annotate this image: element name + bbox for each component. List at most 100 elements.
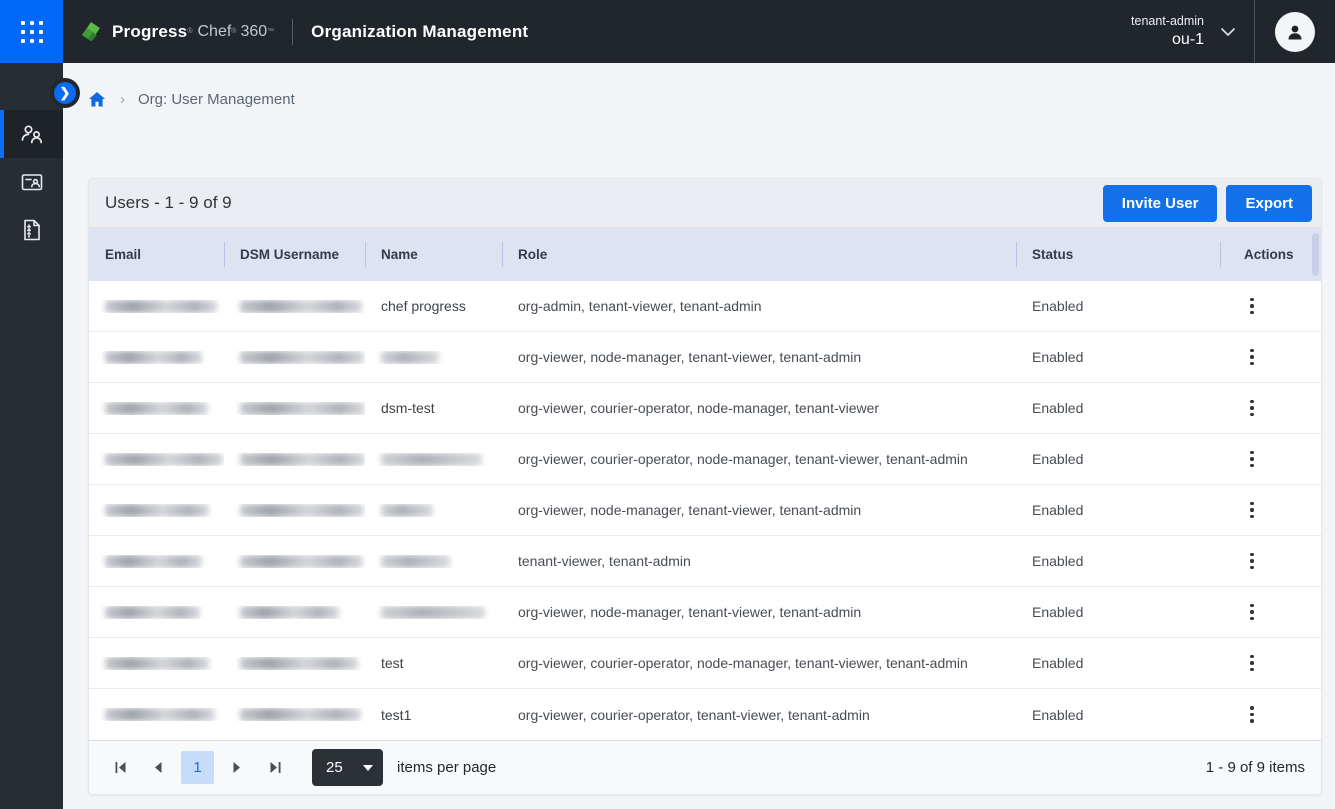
sidebar-item-documents[interactable] <box>0 206 63 254</box>
cell-dsm-username <box>224 606 365 619</box>
cell-actions <box>1220 700 1321 729</box>
cell-name <box>365 453 502 466</box>
id-card-icon <box>20 171 44 193</box>
redacted-text <box>381 606 485 619</box>
row-actions-kebab-button[interactable] <box>1244 292 1260 321</box>
person-icon <box>1285 22 1305 42</box>
page-size-value: 25 <box>326 759 343 776</box>
redacted-text <box>105 504 209 517</box>
user-avatar-button[interactable] <box>1275 12 1315 52</box>
cell-email <box>89 657 224 670</box>
next-page-button[interactable] <box>222 753 252 783</box>
cell-status: Enabled <box>1016 553 1220 569</box>
document-log-icon <box>21 218 43 242</box>
cell-actions <box>1220 292 1321 321</box>
column-header-actions: Actions <box>1220 228 1321 281</box>
redacted-text <box>240 606 339 619</box>
sidebar-expand-button[interactable]: ❯ <box>54 82 76 104</box>
main-content: › Org: User Management Users - 1 - 9 of … <box>63 63 1335 809</box>
cell-role: tenant-viewer, tenant-admin <box>502 553 1016 569</box>
cell-name: dsm-test <box>365 400 502 416</box>
user-name: test <box>381 655 404 671</box>
last-page-icon <box>269 761 282 774</box>
breadcrumb-home-link[interactable] <box>88 91 106 108</box>
cell-status: Enabled <box>1016 451 1220 467</box>
row-actions-kebab-button[interactable] <box>1244 394 1260 423</box>
cell-actions <box>1220 445 1321 474</box>
page-size-select[interactable]: 25 <box>312 749 383 786</box>
table-row: org-viewer, courier-operator, node-manag… <box>89 434 1321 485</box>
caret-down-icon <box>363 765 373 771</box>
next-page-icon <box>232 761 242 774</box>
brand-part-360: 360 <box>240 23 267 41</box>
cell-actions <box>1220 547 1321 576</box>
page-title: Organization Management <box>311 22 528 42</box>
row-actions-kebab-button[interactable] <box>1244 598 1260 627</box>
redacted-text <box>240 708 361 721</box>
app-launcher-button[interactable] <box>0 0 63 63</box>
previous-page-icon <box>153 761 163 774</box>
table-scrollbar-thumb[interactable] <box>1312 233 1319 276</box>
redacted-text <box>240 504 364 517</box>
cell-email <box>89 300 224 313</box>
export-button[interactable]: Export <box>1226 185 1312 222</box>
sidebar-item-users[interactable] <box>0 110 63 158</box>
invite-user-button[interactable]: Invite User <box>1103 185 1218 222</box>
row-actions-kebab-button[interactable] <box>1244 445 1260 474</box>
cell-name: test1 <box>365 707 502 723</box>
row-actions-kebab-button[interactable] <box>1244 649 1260 678</box>
table-row: tenant-viewer, tenant-admin Enabled <box>89 536 1321 587</box>
user-name: dsm-test <box>381 400 435 416</box>
column-header-role: Role <box>502 228 1016 281</box>
page-number-button[interactable]: 1 <box>181 751 214 784</box>
cell-name: test <box>365 655 502 671</box>
cell-dsm-username <box>224 504 365 517</box>
app-launcher-waffle-icon <box>21 21 43 43</box>
chevron-right-icon: ❯ <box>60 86 71 99</box>
cell-dsm-username <box>224 300 365 313</box>
table-row: org-viewer, node-manager, tenant-viewer,… <box>89 485 1321 536</box>
cell-dsm-username <box>224 555 365 568</box>
column-header-name: Name <box>365 228 502 281</box>
progress-chef-logo-icon <box>78 20 104 44</box>
table-header-row: Email DSM Username Name Role Status Acti… <box>89 228 1321 281</box>
previous-page-button[interactable] <box>143 753 173 783</box>
row-actions-kebab-button[interactable] <box>1244 547 1260 576</box>
last-page-button[interactable] <box>260 753 290 783</box>
cell-status: Enabled <box>1016 707 1220 723</box>
trademark-mark: ® <box>187 28 192 35</box>
row-actions-kebab-button[interactable] <box>1244 700 1260 729</box>
cell-email <box>89 453 224 466</box>
tenant-org-label: ou-1 <box>1172 30 1204 50</box>
avatar-section <box>1254 0 1335 63</box>
redacted-text <box>105 402 208 415</box>
redacted-text <box>240 402 365 415</box>
tenant-switcher-button[interactable]: tenant-admin ou-1 <box>1131 13 1254 50</box>
cell-dsm-username <box>224 351 365 364</box>
row-actions-kebab-button[interactable] <box>1244 343 1260 372</box>
cell-email <box>89 504 224 517</box>
column-header-dsm-username: DSM Username <box>224 228 365 281</box>
user-name: chef progress <box>381 298 466 314</box>
users-card-title: Users - 1 - 9 of 9 <box>105 193 232 213</box>
cell-role: org-viewer, courier-operator, node-manag… <box>502 451 1016 467</box>
redacted-text <box>240 300 362 313</box>
table-row: dsm-test org-viewer, courier-operator, n… <box>89 383 1321 434</box>
chevron-down-icon <box>1220 27 1236 37</box>
tenant-role-label: tenant-admin <box>1131 13 1204 30</box>
cell-dsm-username <box>224 708 365 721</box>
redacted-text <box>105 555 202 568</box>
first-page-button[interactable] <box>105 753 135 783</box>
redacted-text <box>105 300 217 313</box>
cell-status: Enabled <box>1016 604 1220 620</box>
breadcrumb-separator-icon: › <box>120 91 125 108</box>
pagination-bar: 1 25 items per page 1 - 9 of 9 items <box>89 740 1321 794</box>
app-header: Progress® Chef® 360™ Organization Manage… <box>0 0 1335 63</box>
sidebar-item-roles[interactable] <box>0 158 63 206</box>
row-actions-kebab-button[interactable] <box>1244 496 1260 525</box>
cell-status: Enabled <box>1016 655 1220 671</box>
items-per-page-label: items per page <box>397 759 496 776</box>
users-icon <box>19 122 45 146</box>
table-row: test1 org-viewer, courier-operator, tena… <box>89 689 1321 740</box>
pagination-range-label: 1 - 9 of 9 items <box>1206 759 1305 776</box>
